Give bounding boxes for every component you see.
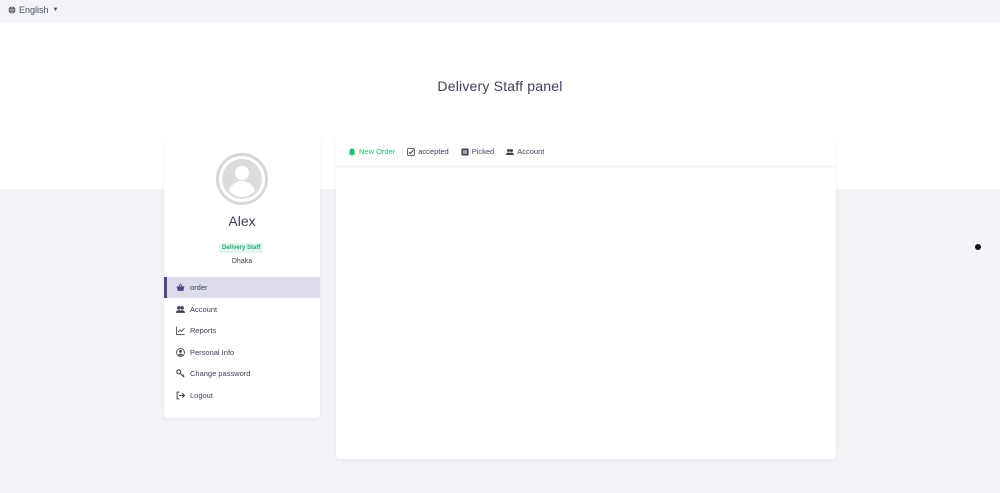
profile-card: Alex Delivery Staff Dhaka order Account … xyxy=(164,137,320,418)
tab-label: Picked xyxy=(471,147,495,156)
sidebar-menu: order Account Reports Personal Info Chan… xyxy=(164,277,320,406)
tab-picked[interactable]: Picked xyxy=(461,147,495,156)
sidebar-item-reports[interactable]: Reports xyxy=(164,320,320,341)
globe-icon xyxy=(8,6,16,14)
sidebar-item-logout[interactable]: Logout xyxy=(164,385,320,406)
avatar xyxy=(216,153,268,205)
cursor-dot xyxy=(975,244,981,250)
tab-label: Account xyxy=(517,147,545,156)
key-icon xyxy=(176,369,185,378)
users-icon xyxy=(176,305,185,314)
basket-icon xyxy=(176,283,185,292)
bell-icon xyxy=(348,148,356,156)
tab-account[interactable]: Account xyxy=(506,147,544,156)
tab-accepted[interactable]: accepted xyxy=(407,147,449,156)
users-icon xyxy=(506,148,515,156)
sidebar-item-label: Logout xyxy=(190,390,213,400)
page-title: Delivery Staff panel xyxy=(437,78,563,94)
sidebar-item-label: Reports xyxy=(190,326,217,335)
sidebar-item-label: Change password xyxy=(190,369,251,378)
sidebar-item-label: order xyxy=(190,283,208,292)
order-tabs: New Order accepted Picked Account xyxy=(336,137,836,167)
tab-new-order[interactable]: New Order xyxy=(348,147,395,156)
profile-name: Alex xyxy=(228,213,256,229)
check-square-icon xyxy=(407,147,416,156)
tab-label: accepted xyxy=(418,147,449,156)
caret-down-icon: ▼ xyxy=(52,7,59,13)
language-label: English xyxy=(19,5,49,15)
sidebar-item-label: Account xyxy=(190,304,218,314)
logout-icon xyxy=(176,391,185,400)
user-avatar-icon xyxy=(216,153,268,205)
sidebar-item-personal-info[interactable]: Personal Info xyxy=(164,342,320,363)
sidebar-item-label: Personal Info xyxy=(190,347,235,357)
orders-panel: New Order accepted Picked Account xyxy=(336,137,836,459)
sidebar-item-order[interactable]: order xyxy=(164,277,320,298)
profile-location: Dhaka xyxy=(231,258,253,265)
role-badge: Delivery Staff xyxy=(219,243,264,253)
chart-icon xyxy=(176,326,185,335)
sidebar-item-account[interactable]: Account xyxy=(164,299,320,320)
box-icon xyxy=(461,148,469,156)
tab-label: New Order xyxy=(359,147,396,156)
language-selector[interactable]: English ▼ xyxy=(8,5,58,15)
sidebar-item-change-password[interactable]: Change password xyxy=(164,363,320,384)
user-circle-icon xyxy=(176,347,185,357)
top-bar: English ▼ xyxy=(0,0,1000,22)
